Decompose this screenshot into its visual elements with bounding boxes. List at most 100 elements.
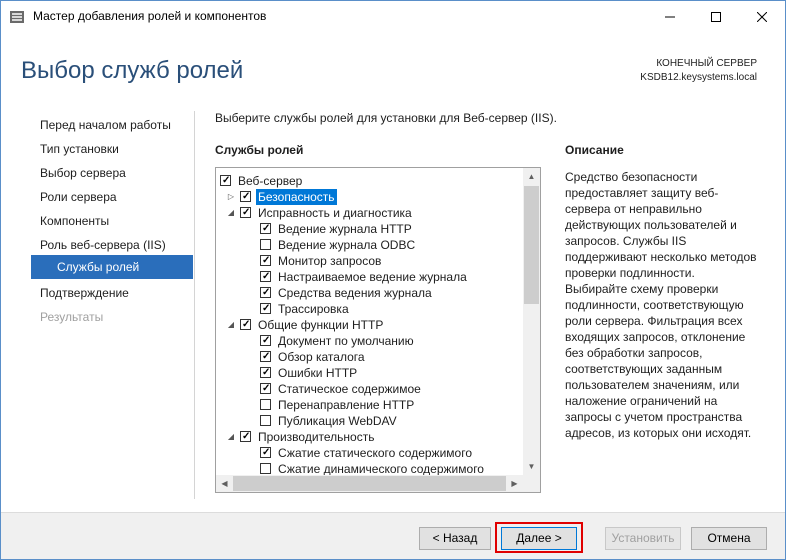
description-line: сервера от неправильно	[565, 202, 702, 216]
tree-item[interactable]: ✓ Настраиваемое ведение журнала	[216, 269, 516, 285]
tree-item-checkbox[interactable]: ✓	[260, 287, 271, 298]
tree-item-checkbox[interactable]: ✓	[260, 255, 271, 266]
tree-item[interactable]: Ведение журнала ODBC	[216, 237, 516, 253]
tree-item-checkbox[interactable]: ✓	[260, 351, 271, 362]
checkmark-icon: ✓	[242, 319, 251, 330]
minimize-button[interactable]	[647, 1, 693, 32]
tree-item[interactable]: ✓ Ведение журнала HTTP	[216, 221, 516, 237]
vertical-scrollbar[interactable]: ▲ ▼	[523, 168, 540, 475]
tree-item[interactable]: ✓ Статическое содержимое	[216, 381, 516, 397]
tree-item-checkbox[interactable]: ✓	[260, 303, 271, 314]
tree-item-checkbox[interactable]: ✓	[220, 175, 231, 186]
tree-item-label: Публикация WebDAV	[278, 414, 397, 428]
tree-item-checkbox[interactable]: ✓	[260, 447, 271, 458]
tree-item[interactable]: ◢ ✓ Производительность	[216, 429, 516, 445]
tree-item[interactable]: ✓ Обзор каталога	[216, 349, 516, 365]
vertical-scroll-thumb[interactable]	[524, 186, 539, 304]
description-line: подлинности, соответствующую	[565, 298, 744, 312]
checkmark-icon: ✓	[262, 271, 271, 282]
tree-item[interactable]: ◢ ✓ Исправность и диагностика	[216, 205, 516, 221]
nav-item-confirmation[interactable]: Подтверждение	[31, 283, 193, 307]
checkmark-icon: ✓	[262, 383, 271, 394]
tree-item-checkbox[interactable]	[260, 463, 271, 474]
tree-item[interactable]: ✓ Веб-сервер	[216, 173, 516, 189]
scroll-down-icon[interactable]: ▼	[523, 458, 540, 475]
tree-item-checkbox[interactable]: ✓	[260, 367, 271, 378]
checkmark-icon: ✓	[262, 255, 271, 266]
cancel-button[interactable]: Отмена	[691, 527, 767, 550]
page-title: Выбор служб ролей	[21, 57, 244, 84]
tree-item[interactable]: ✓ Ошибки HTTP	[216, 365, 516, 381]
tree-item-checkbox[interactable]: ✓	[240, 431, 251, 442]
description-text: Средство безопасности предоставляет защит…	[565, 169, 765, 441]
nav-item-features[interactable]: Компоненты	[31, 211, 193, 235]
tree-item[interactable]: ◢ ✓ Общие функции HTTP	[216, 317, 516, 333]
tree-item[interactable]: ✓ Трассировка	[216, 301, 516, 317]
role-services-tree[interactable]: ✓ Веб-сервер ▷ ✓ Безопасность ◢ ✓ Исправность и…	[215, 167, 541, 493]
checkmark-icon: ✓	[242, 191, 251, 202]
description-line: действующих пользователей и	[565, 218, 737, 232]
maximize-icon	[711, 11, 721, 22]
role-services-heading: Службы ролей	[215, 143, 304, 157]
tree-item[interactable]: ✓ Монитор запросов	[216, 253, 516, 269]
tree-item[interactable]: Перенаправление HTTP	[216, 397, 516, 413]
description-line: адресов, из которых они исходят.	[565, 426, 752, 440]
checkmark-icon: ✓	[262, 447, 271, 458]
tree-item-checkbox[interactable]: ✓	[260, 223, 271, 234]
scroll-up-icon[interactable]: ▲	[523, 168, 540, 185]
nav-item-before-you-begin[interactable]: Перед началом работы	[31, 115, 193, 139]
close-button[interactable]	[739, 1, 785, 32]
description-line: поддерживают несколько методов	[565, 250, 757, 264]
horizontal-scroll-thumb[interactable]	[233, 476, 506, 491]
tree-item-label: Веб-сервер	[238, 174, 303, 188]
tree-item-checkbox[interactable]: ✓	[240, 191, 251, 202]
tree-item-label: Обзор каталога	[278, 350, 365, 364]
scroll-right-icon[interactable]: ▶	[506, 475, 523, 492]
tree-item[interactable]: ✓ Сжатие статического содержимого	[216, 445, 516, 461]
tree-item[interactable]: ✓ Документ по умолчанию	[216, 333, 516, 349]
description-line: пользователем значениям, или	[565, 378, 740, 392]
description-line: Выбирайте схему проверки	[565, 282, 719, 296]
tree-item[interactable]: Публикация WebDAV	[216, 413, 516, 429]
description-line: предоставляет защиту веб-	[565, 186, 719, 200]
tree-item[interactable]: ▷ ✓ Безопасность	[216, 189, 516, 205]
tree-item-checkbox[interactable]: ✓	[260, 335, 271, 346]
tree-item-checkbox[interactable]: ✓	[240, 319, 251, 330]
destination-server-caption: КОНЕЧНЫЙ СЕРВЕР	[656, 58, 757, 69]
tree-item-checkbox[interactable]: ✓	[260, 271, 271, 282]
tree-item-label: Документ по умолчанию	[278, 334, 414, 348]
expander-expanded-icon[interactable]: ◢	[226, 205, 236, 221]
scroll-left-icon[interactable]: ◀	[216, 475, 233, 492]
nav-item-server-selection[interactable]: Выбор сервера	[31, 163, 193, 187]
checkmark-icon: ✓	[242, 431, 251, 442]
tree-item-label: Средства ведения журнала	[278, 286, 432, 300]
tree-item-checkbox[interactable]	[260, 239, 271, 250]
maximize-button[interactable]	[693, 1, 739, 32]
expander-collapsed-icon[interactable]: ▷	[226, 189, 236, 205]
nav-item-role-services[interactable]: Службы ролей	[31, 255, 193, 279]
tree-item[interactable]: ✓ Средства ведения журнала	[216, 285, 516, 301]
tree-item-label: Общие функции HTTP	[258, 318, 384, 332]
tree-item-checkbox[interactable]: ✓	[260, 383, 271, 394]
back-button[interactable]: < Назад	[419, 527, 491, 550]
title-bar[interactable]: Мастер добавления ролей и компонентов	[1, 1, 785, 32]
horizontal-scrollbar[interactable]: ◀ ▶	[216, 475, 523, 492]
tree-item-label: Производительность	[258, 430, 375, 444]
tree-item-checkbox[interactable]	[260, 399, 271, 410]
instruction-text: Выберите службы ролей для установки для …	[215, 111, 557, 125]
checkmark-icon: ✓	[262, 303, 271, 314]
nav-item-results: Результаты	[40, 310, 104, 324]
tree-item-checkbox[interactable]	[260, 415, 271, 426]
expander-expanded-icon[interactable]: ◢	[226, 429, 236, 445]
minimize-icon	[665, 16, 675, 17]
expander-expanded-icon[interactable]: ◢	[226, 317, 236, 333]
tree-item-label: Исправность и диагностика	[258, 206, 412, 220]
tree-item-checkbox[interactable]: ✓	[240, 207, 251, 218]
checkmark-icon: ✓	[262, 351, 271, 362]
description-line: соответствующих заданным	[565, 362, 723, 376]
nav-divider	[194, 111, 195, 499]
nav-item-installation-type[interactable]: Тип установки	[31, 139, 193, 163]
nav-item-server-roles[interactable]: Роли сервера	[31, 187, 193, 211]
description-line: Средство безопасности	[565, 170, 698, 184]
tree-item-label: Безопасность	[256, 189, 337, 205]
